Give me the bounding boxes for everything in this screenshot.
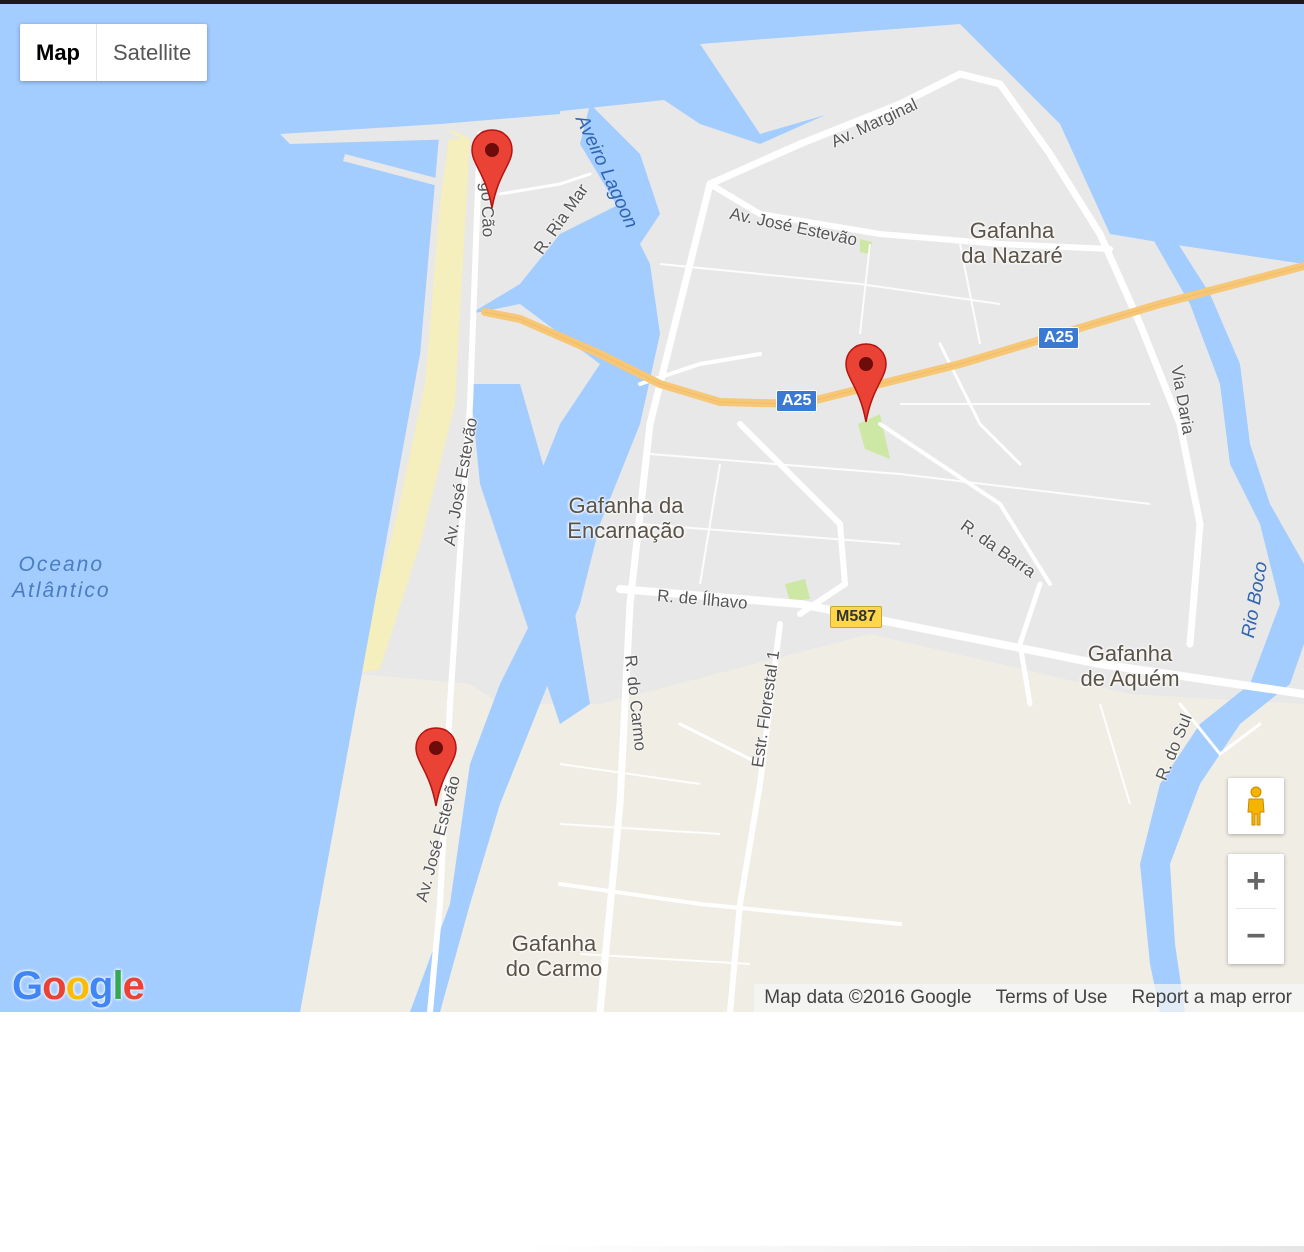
attribution-bar: Map data ©2016 Google Terms of Use Repor… bbox=[754, 984, 1304, 1012]
page-bottom-shadow bbox=[520, 1246, 1304, 1252]
ocean-label: Oceano Atlântico bbox=[12, 553, 111, 602]
map-type-control: Map Satellite bbox=[20, 24, 208, 81]
place-gafanha-aquem: Gafanha de Aquém bbox=[1080, 641, 1180, 691]
map-marker-3[interactable] bbox=[414, 726, 458, 808]
zoom-divider bbox=[1236, 908, 1276, 909]
map-data-credit: Map data ©2016 Google bbox=[764, 987, 972, 1008]
zoom-in-button[interactable]: + bbox=[1228, 854, 1284, 909]
map-type-map-button[interactable]: Map bbox=[20, 24, 97, 81]
zoom-control: + − bbox=[1228, 854, 1284, 964]
map-marker-2[interactable] bbox=[844, 342, 888, 424]
road-shield-a25-east: A25 bbox=[1038, 327, 1080, 349]
map-canvas[interactable]: Oceano Atlântico Aveiro Lagoon Rio Boco … bbox=[0, 4, 1304, 1012]
google-logo[interactable]: Google bbox=[12, 964, 145, 1009]
zoom-out-button[interactable]: − bbox=[1228, 909, 1284, 964]
place-gafanha-nazare: Gafanha da Nazaré bbox=[961, 218, 1063, 268]
report-map-error-link[interactable]: Report a map error bbox=[1131, 987, 1292, 1009]
road-shield-m587: M587 bbox=[830, 606, 883, 628]
pegman-icon bbox=[1247, 786, 1265, 826]
place-gafanha-carmo: Gafanha do Carmo bbox=[505, 931, 603, 981]
terms-of-use-link[interactable]: Terms of Use bbox=[996, 987, 1108, 1009]
place-gafanha-encarnacao: Gafanha da Encarnação bbox=[567, 493, 685, 543]
road-shield-a25: A25 bbox=[776, 390, 818, 412]
street-view-pegman-button[interactable] bbox=[1228, 778, 1284, 834]
map-type-satellite-button[interactable]: Satellite bbox=[97, 24, 207, 81]
map-marker-1[interactable] bbox=[470, 128, 514, 210]
